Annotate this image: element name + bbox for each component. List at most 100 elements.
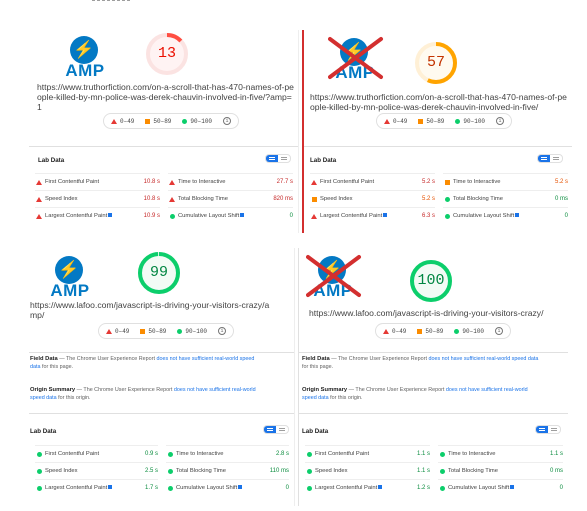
metric-value: 27.7 s [276, 179, 293, 185]
origin-summary-title: Origin Summary [302, 387, 348, 393]
field-data-flag-icon [515, 213, 520, 218]
tested-url: https://www.truthorfiction.com/on-a-scro… [310, 92, 567, 112]
tested-url: https://www.truthorfiction.com/on-a-scro… [37, 82, 294, 112]
circle-icon [167, 485, 173, 491]
metric-row: Total Blocking Time 820 ms [168, 190, 293, 207]
legend-average: 50–89 [145, 118, 171, 125]
divider [29, 413, 294, 414]
field-data-title: Field Data [30, 356, 58, 362]
expanded-view-icon[interactable] [550, 155, 562, 162]
field-data-section: Field Data — The Chrome User Experience … [302, 356, 539, 370]
metric-row: Cumulative Layout Shift 0 [166, 479, 289, 496]
circle-icon [439, 468, 445, 474]
square-icon [145, 118, 151, 124]
triangle-icon [36, 196, 42, 202]
info-icon[interactable]: i [223, 117, 232, 125]
field-data-flag-icon [383, 213, 388, 218]
metric-value: 1.1 s [549, 451, 563, 457]
field-data-section: Field Data — The Chrome User Experience … [30, 356, 255, 370]
metric-label: Cumulative Layout Shift [176, 213, 290, 219]
metric-value: 5.2 s [554, 179, 568, 185]
list-view-icon[interactable] [266, 155, 278, 162]
metric-row: Largest Contentful Paint 1.2 s [305, 479, 430, 496]
view-toggle[interactable] [535, 425, 561, 434]
report-panel-non-amp-lafoo: ⚡ AMP 100 https://www.lafoo.com/javascri… [298, 248, 568, 506]
metric-row: Total Blocking Time 0 ms [438, 462, 563, 479]
legend-average: 50–89 [140, 328, 166, 335]
circle-icon [455, 118, 461, 124]
metric-value: 110 ms [269, 468, 289, 474]
field-data-flag-icon [510, 485, 515, 490]
origin-summary-section: Origin Summary — The Chrome User Experie… [302, 387, 528, 401]
cross-out-icon [306, 255, 361, 297]
divider [299, 413, 568, 414]
field-data-flag-icon [378, 485, 383, 490]
expanded-view-icon[interactable] [278, 155, 290, 162]
metric-row: First Contentful Paint 10.8 s [35, 173, 160, 190]
amp-logo-text: AMP [65, 61, 105, 80]
circle-icon [439, 451, 445, 457]
origin-summary-section: Origin Summary — The Chrome User Experie… [30, 387, 256, 401]
divider [29, 146, 298, 147]
metric-value: 0 ms [549, 468, 563, 474]
field-data-flag-icon [238, 485, 243, 490]
metric-value: 10.8 s [143, 179, 160, 185]
metric-label: Speed Index [45, 196, 78, 202]
view-toggle[interactable] [537, 154, 563, 163]
metric-label: Time to Interactive [176, 451, 224, 457]
square-icon [444, 179, 450, 185]
triangle-icon [36, 179, 42, 185]
view-toggle[interactable] [265, 154, 291, 163]
metric-value: 10.8 s [143, 196, 160, 202]
metric-label: First Contentful Paint [45, 451, 100, 457]
metric-value: 1.1 s [416, 451, 430, 457]
tested-url: https://www.lafoo.com/javascript-is-driv… [309, 308, 544, 318]
divider [304, 146, 572, 147]
cross-out-icon [328, 37, 383, 79]
metric-value: 1.1 s [416, 468, 430, 474]
score-legend: 0–49 50–89 90–100 i [375, 323, 512, 339]
view-toggle[interactable] [263, 425, 289, 434]
performance-score: 57 [426, 54, 445, 71]
score-legend: 0–49 50–89 90–100 i [376, 113, 513, 129]
metric-value: 6.3 s [421, 213, 435, 219]
triangle-icon [383, 328, 389, 334]
triangle-icon [311, 179, 317, 185]
metric-label: Time to Interactive [448, 451, 496, 457]
metric-row: Total Blocking Time 110 ms [166, 462, 289, 479]
square-icon [311, 196, 317, 202]
field-data-flag-icon [240, 213, 245, 218]
list-view-icon[interactable] [264, 426, 276, 433]
metric-row: Time to Interactive 27.7 s [168, 173, 293, 190]
circle-icon [306, 468, 312, 474]
info-icon[interactable]: i [218, 327, 227, 335]
metric-value: 5.2 s [421, 196, 435, 202]
metric-value: 1.2 s [416, 485, 430, 491]
expanded-view-icon[interactable] [276, 426, 288, 433]
metric-row: First Contentful Paint 5.2 s [310, 173, 435, 190]
circle-icon [444, 196, 450, 202]
expanded-view-icon[interactable] [548, 426, 560, 433]
circle-icon [182, 118, 188, 124]
list-view-icon[interactable] [536, 426, 548, 433]
circle-icon [444, 213, 450, 219]
performance-score: 99 [149, 264, 168, 281]
score-legend: 0–49 50–89 90–100 i [103, 113, 240, 129]
field-data-flag-icon [108, 485, 113, 490]
list-view-icon[interactable] [538, 155, 550, 162]
info-icon[interactable]: i [495, 327, 504, 335]
square-icon [140, 328, 146, 334]
metric-value: 10.9 s [143, 213, 160, 219]
metric-label: Total Blocking Time [448, 468, 498, 474]
legend-pass: 90–100 [455, 118, 485, 125]
metric-row: Time to Interactive 5.2 s [443, 173, 568, 190]
circle-icon [36, 485, 42, 491]
legend-pass: 90–100 [182, 118, 212, 125]
circle-icon [306, 485, 312, 491]
info-icon[interactable]: i [496, 117, 505, 125]
report-panel-non-amp-truthorfiction: ⚡ AMP 57 https://www.truthorfiction.com/… [302, 30, 572, 233]
metric-row: Largest Contentful Paint 6.3 s [310, 207, 435, 224]
circle-icon [167, 468, 173, 474]
field-data-link[interactable]: does not have sufficient real-world spee… [428, 356, 538, 362]
metric-row: Cumulative Layout Shift 0 [168, 207, 293, 224]
